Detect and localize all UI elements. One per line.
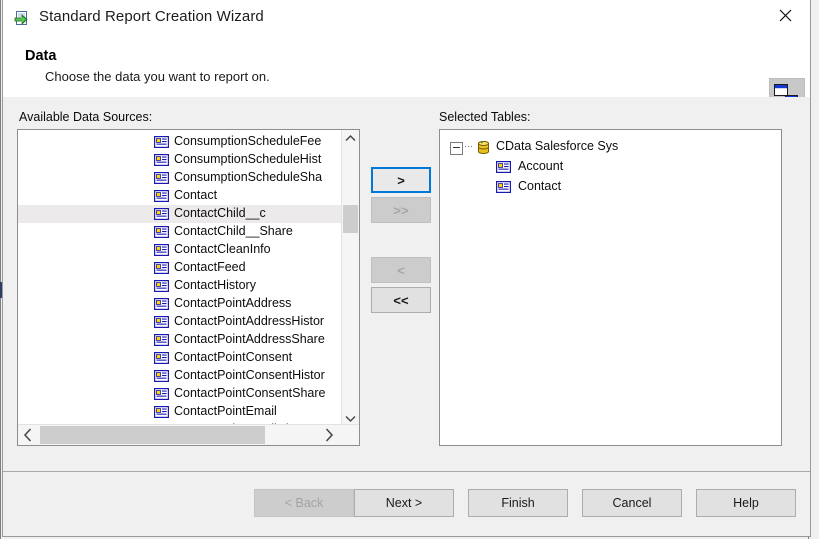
next-button[interactable]: Next > [354,489,454,517]
finish-button[interactable]: Finish [468,489,568,517]
table-icon [154,172,169,187]
tree-item-label: Account [518,159,563,173]
table-icon [154,208,169,223]
list-item[interactable]: Contact [18,187,342,205]
selected-tables-label: Selected Tables: [439,110,531,124]
table-icon [496,161,511,176]
list-item-label: ContactCleanInfo [174,242,271,256]
table-icon [154,298,169,313]
list-item[interactable]: ContactPointAddressShare [18,331,342,349]
available-data-sources-list[interactable]: ConsumptionScheduleFee ConsumptionSchedul… [17,129,360,446]
list-item[interactable]: ConsumptionScheduleHist [18,151,342,169]
page-title: Data [25,48,56,64]
remove-button-label: < [397,264,405,277]
table-icon [154,352,169,367]
list-item-label: Contact [174,188,217,202]
database-icon [476,140,491,158]
list-viewport: ConsumptionScheduleFee ConsumptionSchedul… [18,130,342,427]
list-item-label: ContactPointAddress [174,296,291,310]
available-sources-label: Available Data Sources: [19,110,152,124]
list-item-label: ContactChild__Share [174,224,293,238]
horizontal-scroll-thumb[interactable] [40,426,265,444]
add-all-button-label: >> [393,204,408,217]
table-icon [154,280,169,295]
list-item[interactable]: ContactChild__Share [18,223,342,241]
table-icon [154,190,169,205]
remove-button[interactable]: < [371,257,431,283]
list-item[interactable]: ContactChild__c [18,205,342,223]
list-item[interactable]: ContactPointConsentHistor [18,367,342,385]
background-window-left-edge [0,0,1,539]
list-item-label: ConsumptionScheduleSha [174,170,322,184]
list-item-label: ConsumptionScheduleFee [174,134,321,148]
list-item-label: ContactHistory [174,278,256,292]
add-button-label: > [397,174,405,187]
tree-connector-dots [465,146,473,147]
list-item[interactable]: ContactFeed [18,259,342,277]
list-item-label: ConsumptionScheduleHist [174,152,321,166]
tree-item-label: Contact [518,179,561,193]
list-vertical-scrollbar[interactable] [341,130,359,427]
report-wizard-icon [14,10,31,27]
list-item-label: ContactPointAddressHistor [174,314,324,328]
list-item-label: ContactPointEmail [174,404,277,418]
remove-all-button-label: << [393,294,408,307]
list-item-label: ContactFeed [174,260,246,274]
page-subtitle: Choose the data you want to report on. [45,69,270,84]
table-icon [154,226,169,241]
collapse-expander-icon[interactable] [450,142,463,155]
dialog-footer: < Back Next > Finish Cancel Help [3,472,810,536]
list-item[interactable]: ContactPointEmail [18,403,342,421]
list-item-label: ContactPointAddressShare [174,332,325,346]
table-icon [154,406,169,421]
list-item[interactable]: ConsumptionScheduleFee [18,133,342,151]
list-horizontal-scrollbar[interactable] [18,424,359,445]
table-icon [154,244,169,259]
window-title: Standard Report Creation Wizard [39,8,264,25]
screen: Standard Report Creation Wizard Data Cho… [0,0,819,539]
scroll-right-icon[interactable] [319,425,339,445]
table-icon [154,136,169,151]
close-button[interactable] [764,0,810,32]
table-icon [496,181,511,196]
list-item[interactable]: ContactPointConsent [18,349,342,367]
add-button[interactable]: > [371,167,431,193]
scroll-up-icon[interactable] [342,130,359,147]
back-button[interactable]: < Back [254,489,354,517]
table-icon [154,334,169,349]
table-icon [154,316,169,331]
table-icon [154,154,169,169]
list-item[interactable]: ContactPointConsentShare [18,385,342,403]
vertical-scroll-thumb[interactable] [343,205,358,233]
table-icon [154,388,169,403]
selected-tables-tree[interactable]: CData Salesforce Sys Account Contact [439,129,782,446]
close-icon [779,9,792,22]
dialog-body: Available Data Sources: Selected Tables:… [3,97,810,471]
title-bar: Standard Report Creation Wizard [3,0,810,36]
remove-all-button[interactable]: << [371,287,431,313]
list-item[interactable]: ContactCleanInfo [18,241,342,259]
list-item[interactable]: ConsumptionScheduleSha [18,169,342,187]
report-wizard-dialog: Standard Report Creation Wizard Data Cho… [2,0,811,537]
list-item[interactable]: ContactHistory [18,277,342,295]
scroll-left-icon[interactable] [18,425,38,445]
list-item-label: ContactPointConsent [174,350,292,364]
list-item-label: ContactPointConsentShare [174,386,325,400]
wizard-header: Data Choose the data you want to report … [3,36,810,96]
cancel-button[interactable]: Cancel [582,489,682,517]
help-button[interactable]: Help [696,489,796,517]
table-icon [154,262,169,277]
list-item-label: ContactChild__c [174,206,266,220]
list-item[interactable]: ContactPointAddressHistor [18,313,342,331]
list-item-label: ContactPointConsentHistor [174,368,325,382]
list-item[interactable]: ContactPointAddress [18,295,342,313]
tree-root-label: CData Salesforce Sys [496,139,618,153]
add-all-button[interactable]: >> [371,197,431,223]
table-icon [154,370,169,385]
